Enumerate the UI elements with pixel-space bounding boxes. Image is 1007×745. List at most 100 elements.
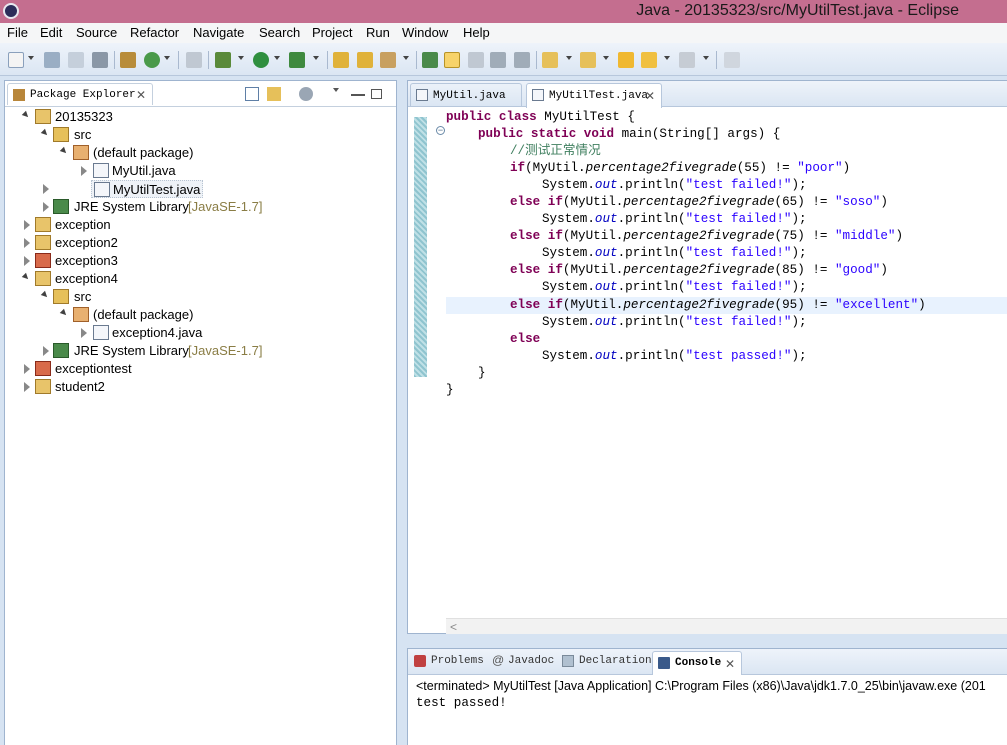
close-icon[interactable]: ✕ <box>725 658 735 670</box>
focus-icon[interactable] <box>299 87 313 101</box>
back-arrow-icon[interactable] <box>641 52 657 68</box>
tree-label: MyUtil.java <box>112 163 176 178</box>
tree-item-project[interactable]: 20135323 <box>5 108 395 126</box>
expanded-arrow-icon[interactable] <box>21 110 31 120</box>
menu-navigate[interactable]: Navigate <box>193 25 244 40</box>
collapsed-arrow-icon[interactable] <box>24 238 30 248</box>
code-token: ); <box>791 246 807 260</box>
next-annotation-icon[interactable] <box>422 52 438 68</box>
collapse-all-icon[interactable] <box>245 87 259 101</box>
menu-run[interactable]: Run <box>366 25 390 40</box>
menu-window[interactable]: Window <box>402 25 448 40</box>
run-icon[interactable] <box>253 52 269 68</box>
expanded-arrow-icon[interactable] <box>21 272 31 282</box>
open-task-icon[interactable] <box>357 52 373 68</box>
open-type-icon[interactable] <box>333 52 349 68</box>
search-dropdown-arrow[interactable] <box>403 56 409 60</box>
paragraph-icon[interactable] <box>514 52 530 68</box>
code-editor[interactable]: − public class MyUtilTest { public stati… <box>408 108 1007 618</box>
tab-console[interactable]: Console ✕ <box>652 651 742 675</box>
show-whitespace-icon[interactable] <box>490 52 506 68</box>
menu-source[interactable]: Source <box>76 25 117 40</box>
skip-breakpoints-icon[interactable] <box>186 52 202 68</box>
print-icon[interactable] <box>92 52 108 68</box>
tree-item-default-package[interactable]: (default package) <box>5 144 395 162</box>
package-icon[interactable] <box>120 52 136 68</box>
collapsed-arrow-icon[interactable] <box>24 256 30 266</box>
tab-myutiltest-java[interactable]: MyUtilTest.java ✕ <box>526 83 662 108</box>
expanded-arrow-icon[interactable] <box>40 290 50 300</box>
collapsed-arrow-icon[interactable] <box>24 382 30 392</box>
external-tools-dropdown-arrow[interactable] <box>313 56 319 60</box>
forward-arrow-icon[interactable] <box>679 52 695 68</box>
tree-item-student2[interactable]: student2 <box>5 378 395 396</box>
collapsed-arrow-icon[interactable] <box>43 202 49 212</box>
tab-problems[interactable]: Problems <box>431 655 484 667</box>
fold-collapse-icon[interactable]: − <box>436 126 445 135</box>
tab-javadoc[interactable]: Javadoc <box>508 655 554 667</box>
menu-help[interactable]: Help <box>463 25 490 40</box>
collapsed-arrow-icon[interactable] <box>81 328 87 338</box>
tree-item-exceptiontest[interactable]: exceptiontest <box>5 360 395 378</box>
tab-package-explorer[interactable]: Package Explorer ✕ <box>7 83 153 105</box>
expanded-arrow-icon[interactable] <box>59 146 69 156</box>
mark-occurrences-icon[interactable] <box>444 52 460 68</box>
back-dropdown-arrow[interactable] <box>664 56 670 60</box>
save-all-icon[interactable] <box>68 52 84 68</box>
collapsed-arrow-icon[interactable] <box>43 184 49 194</box>
minimize-icon[interactable] <box>351 87 365 96</box>
link-with-editor-icon[interactable] <box>267 87 281 101</box>
tree-item-myutil-java[interactable]: MyUtil.java <box>5 162 395 180</box>
debug-dropdown-arrow[interactable] <box>238 56 244 60</box>
new-icon[interactable] <box>8 52 24 68</box>
tree-item-exception4-java[interactable]: exception4.java <box>5 324 395 342</box>
close-icon[interactable]: ✕ <box>645 90 655 102</box>
new-class-icon[interactable] <box>144 52 160 68</box>
tree-item-src[interactable]: src <box>5 126 395 144</box>
maximize-icon[interactable] <box>371 89 382 99</box>
forward-dropdown-arrow[interactable] <box>703 56 709 60</box>
menu-project[interactable]: Project <box>312 25 352 40</box>
external-tools-icon[interactable] <box>289 52 305 68</box>
close-icon[interactable]: ✕ <box>136 89 146 101</box>
tab-declaration[interactable]: Declaration <box>579 655 652 667</box>
code-area[interactable]: public class MyUtilTest { public static … <box>446 108 1007 618</box>
eclipse-icon[interactable] <box>3 3 19 19</box>
tree-item-myutiltest-java[interactable]: MyUtilTest.java <box>91 180 203 198</box>
menu-edit[interactable]: Edit <box>40 25 62 40</box>
menu-file[interactable]: File <box>7 25 28 40</box>
tree-item-exception2[interactable]: exception2 <box>5 234 395 252</box>
horizontal-scrollbar[interactable]: < <box>446 618 1007 634</box>
collapsed-arrow-icon[interactable] <box>43 346 49 356</box>
prev-edit-dropdown-arrow[interactable] <box>603 56 609 60</box>
tab-myutil-java[interactable]: MyUtil.java <box>410 83 522 107</box>
collapsed-arrow-icon[interactable] <box>24 364 30 374</box>
search-icon[interactable] <box>380 52 396 68</box>
collapsed-arrow-icon[interactable] <box>81 166 87 176</box>
run-dropdown-arrow[interactable] <box>274 56 280 60</box>
toggle-block-icon[interactable] <box>468 52 484 68</box>
new-dropdown-arrow[interactable] <box>28 56 34 60</box>
tree-item-default-package[interactable]: (default package) <box>5 306 395 324</box>
tree-item-src[interactable]: src <box>5 288 395 306</box>
menu-refactor[interactable]: Refactor <box>130 25 179 40</box>
expanded-arrow-icon[interactable] <box>40 128 50 138</box>
tree-item-exception4[interactable]: exception4 <box>5 270 395 288</box>
tree-item-exception3[interactable]: exception3 <box>5 252 395 270</box>
next-edit-dropdown-arrow[interactable] <box>566 56 572 60</box>
new-class-dropdown-arrow[interactable] <box>164 56 170 60</box>
menu-search[interactable]: Search <box>259 25 300 40</box>
prev-edit-icon[interactable] <box>580 52 596 68</box>
save-icon[interactable] <box>44 52 60 68</box>
collapsed-arrow-icon[interactable] <box>24 220 30 230</box>
next-edit-icon[interactable] <box>542 52 558 68</box>
pin-editor-icon[interactable] <box>724 52 740 68</box>
view-menu-icon[interactable] <box>333 88 339 92</box>
scroll-left-arrow-icon[interactable]: < <box>450 620 457 634</box>
tree-item-exception[interactable]: exception <box>5 216 395 234</box>
tree-item-jre-library[interactable]: JRE System Library [JavaSE-1.7] <box>5 342 395 360</box>
expanded-arrow-icon[interactable] <box>59 308 69 318</box>
debug-icon[interactable] <box>215 52 231 68</box>
tree-item-jre-library[interactable]: JRE System Library [JavaSE-1.7] <box>5 198 395 216</box>
last-edit-location-icon[interactable] <box>618 52 634 68</box>
